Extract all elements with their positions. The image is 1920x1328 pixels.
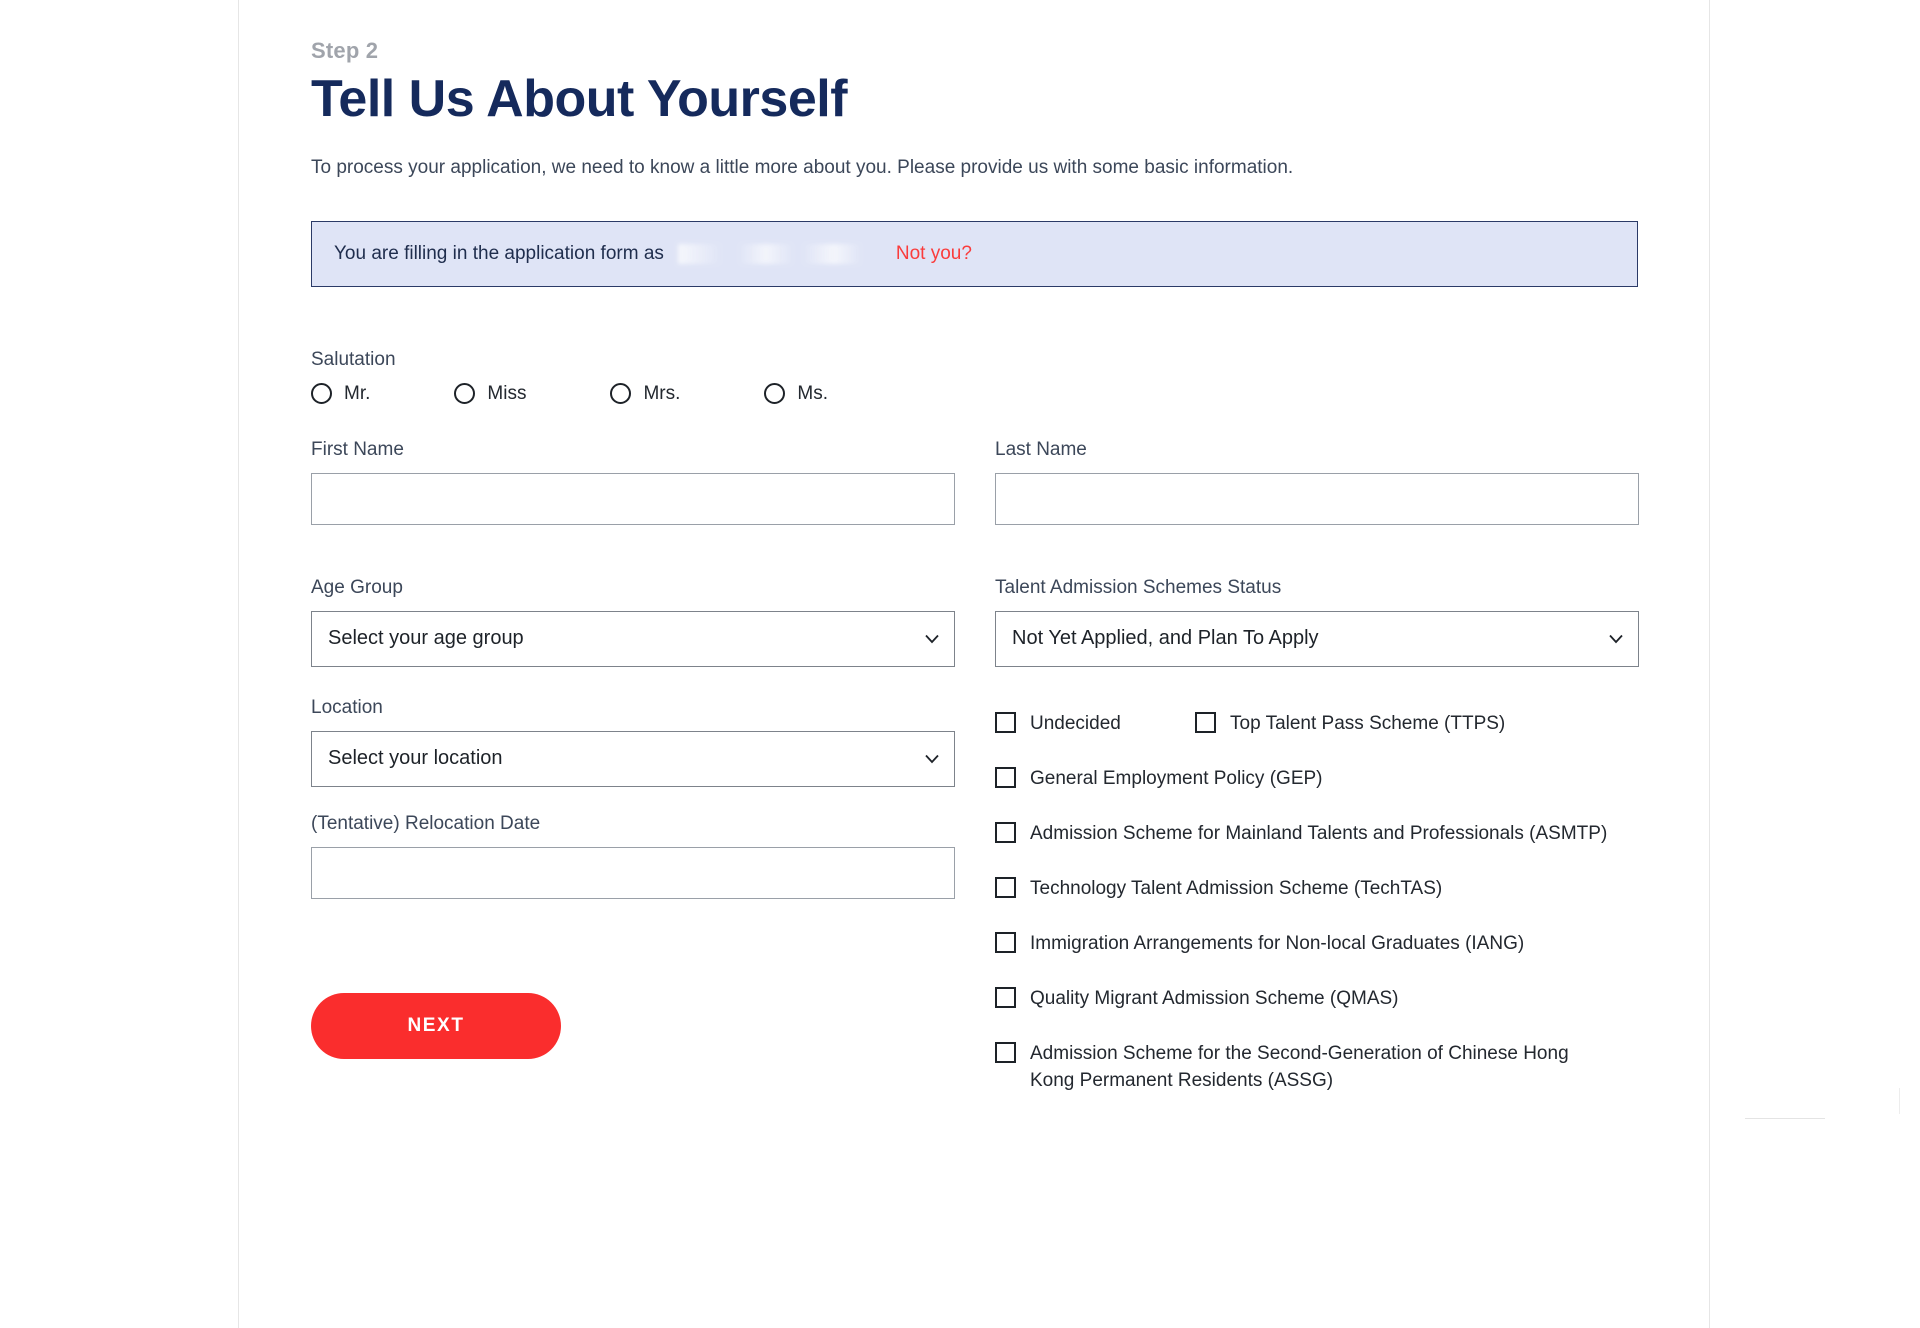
talent-status-select[interactable]: Not Yet Applied, and Plan To Apply (995, 610, 1639, 667)
salutation-label: Salutation (311, 348, 396, 370)
checkbox-gep[interactable]: General Employment Policy (GEP) (995, 766, 1639, 793)
checkbox-iang[interactable]: Immigration Arrangements for Non-local G… (995, 931, 1639, 958)
last-name-label: Last Name (995, 438, 1087, 460)
checkbox-label: Admission Scheme for Mainland Talents an… (1030, 822, 1608, 844)
checkbox-square-icon (995, 821, 1016, 843)
checkbox-techtas[interactable]: Technology Talent Admission Scheme (Tech… (995, 876, 1639, 903)
radio-salutation-miss[interactable]: Miss (454, 383, 526, 405)
radio-circle-icon (311, 383, 332, 405)
alert-text: You are filling in the application form … (334, 242, 664, 264)
checkbox-label: Undecided (1030, 712, 1121, 734)
radio-label: Miss (487, 382, 527, 404)
radio-label: Mrs. (643, 382, 681, 404)
location-label: Location (311, 696, 383, 718)
radio-salutation-mr[interactable]: Mr. (311, 383, 370, 405)
checkbox-asmtp[interactable]: Admission Scheme for Mainland Talents an… (995, 821, 1639, 848)
last-name-field: Last Name (995, 439, 1639, 525)
salutation-options: Mr. Miss Mrs. Ms. (311, 383, 1637, 405)
first-name-field: First Name (311, 439, 955, 525)
salutation-group: Salutation Mr. Miss Mrs. Ms. (311, 349, 1637, 405)
partial-element-edge (1899, 1088, 1900, 1114)
checkbox-label: Quality Migrant Admission Scheme (QMAS) (1030, 987, 1399, 1009)
checkbox-label: Immigration Arrangements for Non-local G… (1030, 932, 1525, 954)
left-lower-column: Location Select your location (Tentative… (311, 697, 955, 1059)
location-select[interactable]: Select your location (311, 730, 955, 787)
application-form-page: Step 2 Tell Us About Yourself To process… (0, 0, 1920, 1328)
checkbox-label: Top Talent Pass Scheme (TTPS) (1230, 712, 1506, 734)
checkbox-label: Technology Talent Admission Scheme (Tech… (1030, 877, 1443, 899)
radio-label: Ms. (797, 382, 828, 404)
relocation-date-label: (Tentative) Relocation Date (311, 812, 541, 834)
radio-circle-icon (610, 383, 632, 405)
page-title: Tell Us About Yourself (311, 70, 848, 128)
next-button[interactable]: NEXT (311, 992, 561, 1059)
checkbox-label: Admission Scheme for the Second-Generati… (1030, 1042, 1569, 1091)
radio-circle-icon (454, 383, 476, 405)
checkbox-square-icon (995, 711, 1016, 733)
first-name-label: First Name (311, 438, 404, 460)
checkbox-ttps[interactable]: Top Talent Pass Scheme (TTPS) (1195, 711, 1505, 738)
schemes-checkbox-list: Undecided Top Talent Pass Scheme (TTPS) … (995, 705, 1639, 1123)
last-name-input[interactable] (995, 472, 1639, 525)
redacted-user-name (677, 243, 878, 264)
relocation-date-field: (Tentative) Relocation Date (311, 813, 955, 899)
intro-text: To process your application, we need to … (311, 157, 1294, 179)
first-name-input[interactable] (311, 472, 955, 525)
checkbox-undecided[interactable]: Undecided (995, 711, 1195, 738)
talent-status-field: Talent Admission Schemes Status Not Yet … (995, 577, 1639, 667)
schemes-first-row: Undecided Top Talent Pass Scheme (TTPS) (995, 711, 1639, 738)
partial-element-line (1745, 1118, 1825, 1119)
talent-status-select-wrap: Not Yet Applied, and Plan To Apply (995, 610, 1639, 667)
step-label: Step 2 (311, 38, 379, 63)
form-grid: First Name Last Name Age Group Select yo… (311, 439, 1639, 1123)
checkbox-square-icon (995, 1041, 1016, 1063)
radio-label: Mr. (344, 382, 371, 404)
checkbox-label: General Employment Policy (GEP) (1030, 767, 1323, 789)
form-card: Step 2 Tell Us About Yourself To process… (238, 0, 1710, 1328)
age-group-select[interactable]: Select your age group (311, 610, 955, 667)
location-select-wrap: Select your location (311, 730, 955, 787)
talent-status-label: Talent Admission Schemes Status (995, 576, 1282, 598)
checkbox-square-icon (995, 876, 1016, 898)
checkbox-square-icon (995, 986, 1016, 1008)
checkbox-qmas[interactable]: Quality Migrant Admission Scheme (QMAS) (995, 986, 1639, 1013)
relocation-date-input[interactable] (311, 846, 955, 899)
age-group-label: Age Group (311, 576, 403, 598)
radio-circle-icon (764, 383, 786, 405)
radio-salutation-mrs[interactable]: Mrs. (610, 383, 680, 405)
identity-alert-banner: You are filling in the application form … (311, 220, 1638, 287)
checkbox-assg[interactable]: Admission Scheme for the Second-Generati… (995, 1041, 1639, 1095)
checkbox-square-icon (1195, 711, 1216, 733)
location-field: Location Select your location (311, 697, 955, 787)
checkbox-square-icon (995, 766, 1016, 788)
age-group-select-wrap: Select your age group (311, 610, 955, 667)
age-group-field: Age Group Select your age group (311, 577, 955, 667)
radio-salutation-ms[interactable]: Ms. (764, 383, 828, 405)
not-you-link[interactable]: Not you? (896, 243, 972, 265)
checkbox-square-icon (995, 931, 1016, 953)
